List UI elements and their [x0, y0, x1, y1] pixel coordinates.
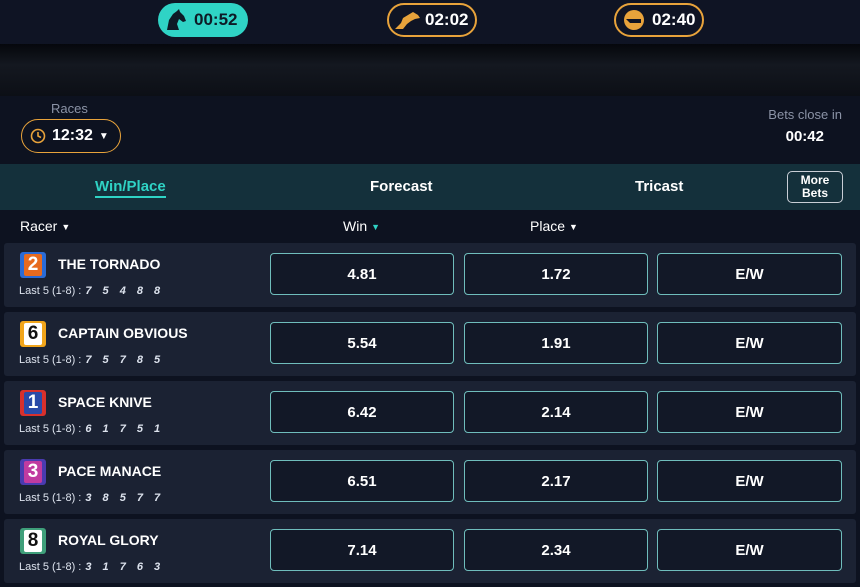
place-odds-button[interactable]: 2.17 [464, 460, 648, 502]
win-odds-button[interactable]: 5.54 [270, 322, 454, 364]
racer-number: 2 [24, 254, 42, 276]
place-odds-button[interactable]: 2.14 [464, 391, 648, 433]
clock-icon [30, 128, 46, 144]
racer-name: SPACE KNIVE [58, 394, 152, 410]
racer-name: PACE MANACE [58, 463, 162, 479]
racer-number: 6 [24, 323, 42, 345]
motor-helmet-icon [620, 7, 648, 33]
races-dropdown[interactable]: 12:32 ▼ [21, 119, 121, 153]
odds-column-header: Racer ▼ Win ▼ Place ▼ [0, 210, 860, 243]
racer-number: 1 [24, 392, 42, 414]
racer-number-badge: 3 [20, 459, 46, 485]
last5-form: Last 5 (1-8) :3 8 5 7 7 [19, 492, 164, 504]
horse-head-icon [162, 7, 190, 33]
racer-number-badge: 8 [20, 528, 46, 554]
race-timer-greyhound[interactable]: 02:02 [387, 3, 477, 37]
each-way-button[interactable]: E/W [657, 322, 842, 364]
race-timer-motor[interactable]: 02:40 [614, 3, 704, 37]
tab-forecast[interactable]: Forecast [370, 178, 433, 195]
race-timer-horse[interactable]: 00:52 [158, 3, 248, 37]
bet-type-tabs: Win/Place Forecast Tricast More Bets [0, 164, 860, 210]
table-row: 1 SPACE KNIVE Last 5 (1-8) :6 1 7 5 1 6.42 2… [4, 381, 856, 445]
racer-name: CAPTAIN OBVIOUS [58, 325, 188, 341]
last5-form: Last 5 (1-8) :7 5 4 8 8 [19, 285, 164, 297]
win-odds-button[interactable]: 7.14 [270, 529, 454, 571]
chevron-down-icon: ▼ [98, 130, 109, 142]
win-odds-button[interactable]: 6.42 [270, 391, 454, 433]
each-way-button[interactable]: E/W [657, 391, 842, 433]
race-timer-text: 00:52 [194, 10, 238, 29]
races-label: Races [51, 101, 88, 116]
last5-label: Last 5 (1-8) : [19, 354, 82, 366]
more-bets-line2: Bets [801, 186, 828, 200]
chevron-down-icon: ▼ [61, 222, 71, 232]
last5-form: Last 5 (1-8) :6 1 7 5 1 [19, 423, 164, 435]
racer-number-badge: 6 [20, 321, 46, 347]
win-odds-button[interactable]: 6.51 [270, 460, 454, 502]
each-way-button[interactable]: E/W [657, 460, 842, 502]
last5-label: Last 5 (1-8) : [19, 423, 82, 435]
last5-results: 7 5 7 8 5 [85, 354, 165, 366]
each-way-button[interactable]: E/W [657, 253, 842, 295]
win-odds-button[interactable]: 4.81 [270, 253, 454, 295]
place-odds-button[interactable]: 1.91 [464, 322, 648, 364]
last5-form: Last 5 (1-8) :3 1 7 6 3 [19, 561, 164, 573]
racer-name: ROYAL GLORY [58, 532, 159, 548]
each-way-button[interactable]: E/W [657, 529, 842, 571]
race-video-banner [0, 44, 860, 96]
race-timer-text: 02:40 [652, 10, 696, 29]
chevron-down-icon: ▼ [371, 222, 381, 232]
place-header-label: Place [530, 218, 566, 234]
racer-number-badge: 2 [20, 252, 46, 278]
last5-results: 7 5 4 8 8 [85, 285, 165, 297]
chevron-down-icon: ▼ [569, 222, 578, 232]
place-odds-button[interactable]: 2.34 [464, 529, 648, 571]
last5-results: 3 8 5 7 7 [85, 492, 165, 504]
tab-tricast[interactable]: Tricast [635, 178, 683, 195]
greyhound-icon [393, 7, 421, 33]
table-row: 3 PACE MANACE Last 5 (1-8) :3 8 5 7 7 6.51 2… [4, 450, 856, 514]
last5-label: Last 5 (1-8) : [19, 561, 82, 573]
table-row: 6 CAPTAIN OBVIOUS Last 5 (1-8) :7 5 7 8 5 5… [4, 312, 856, 376]
tab-win-place[interactable]: Win/Place [95, 178, 166, 198]
last5-label: Last 5 (1-8) : [19, 492, 82, 504]
win-header-label: Win [343, 218, 368, 234]
racer-name: THE TORNADO [58, 256, 161, 272]
last5-form: Last 5 (1-8) :7 5 7 8 5 [19, 354, 164, 366]
bets-close-label: Bets close in [768, 107, 842, 122]
sort-win[interactable]: Win ▼ [343, 218, 380, 234]
races-selected-time: 12:32 [52, 127, 93, 144]
racer-header-label: Racer [20, 218, 58, 234]
table-row: 2 THE TORNADO Last 5 (1-8) :7 5 4 8 8 4.81 1… [4, 243, 856, 307]
race-timer-bar: 00:52 02:02 02:40 [0, 0, 860, 44]
place-odds-button[interactable]: 1.72 [464, 253, 648, 295]
racer-number: 3 [24, 461, 42, 483]
race-info-bar: Races 12:32 ▼ Bets close in 00:42 [0, 96, 860, 164]
sort-place[interactable]: Place ▼ [530, 218, 578, 234]
sort-racer[interactable]: Racer ▼ [20, 218, 70, 234]
racer-number: 8 [24, 530, 42, 552]
last5-results: 6 1 7 5 1 [85, 423, 165, 435]
last5-label: Last 5 (1-8) : [19, 285, 82, 297]
racer-number-badge: 1 [20, 390, 46, 416]
bets-close-countdown: 00:42 [785, 128, 824, 145]
race-timer-text: 02:02 [425, 10, 469, 29]
last5-results: 3 1 7 6 3 [85, 561, 165, 573]
more-bets-button[interactable]: More Bets [787, 171, 843, 203]
table-row: 8 ROYAL GLORY Last 5 (1-8) :3 1 7 6 3 7.14 2… [4, 519, 856, 583]
